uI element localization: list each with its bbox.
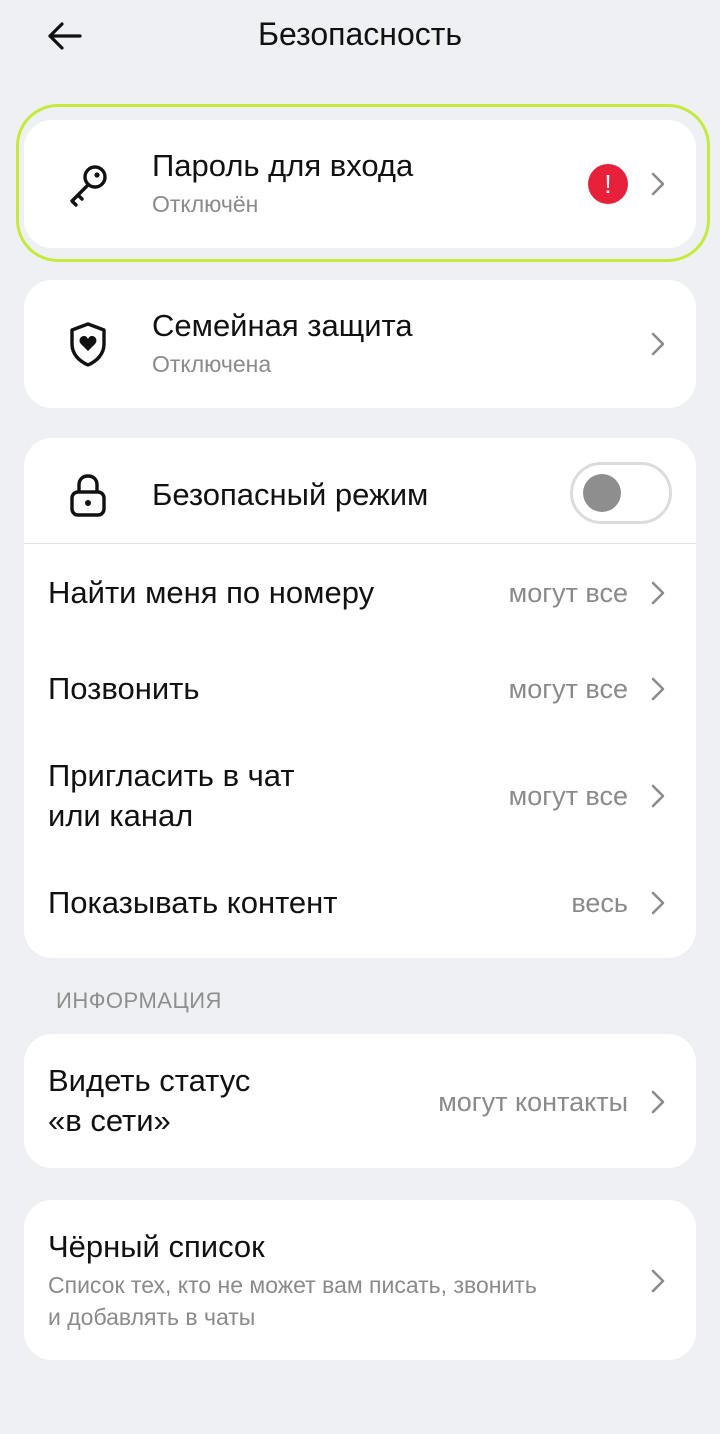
find-by-number-row[interactable]: Найти меня по номеру могут все (24, 558, 696, 628)
chevron-right-icon (646, 781, 670, 811)
section-label-info: ИНФОРМАЦИЯ (56, 988, 222, 1013)
safe-mode-toggle[interactable] (570, 462, 672, 524)
shield-heart-icon (60, 316, 116, 372)
online-status-label-line2: «в сети» (48, 1103, 171, 1138)
password-title: Пароль для входа (152, 148, 414, 183)
call-value: могут все (508, 674, 628, 704)
blacklist-desc-line2: и добавлять в чаты (48, 1304, 256, 1330)
key-icon (60, 156, 116, 212)
chevron-right-icon (646, 329, 670, 359)
family-status: Отключена (152, 351, 272, 377)
toggle-knob (583, 474, 621, 512)
chevron-right-icon (646, 1266, 670, 1296)
blacklist-desc-line1: Список тех, кто не может вам писать, зво… (48, 1272, 537, 1298)
show-content-label: Показывать контент (48, 885, 338, 920)
show-content-row[interactable]: Показывать контент весь (24, 868, 696, 938)
call-label: Позвонить (48, 671, 200, 706)
safe-mode-title: Безопасный режим (152, 477, 429, 512)
chevron-right-icon (646, 578, 670, 608)
find-by-number-value: могут все (508, 578, 628, 608)
lock-icon (60, 467, 116, 523)
app-header: Безопасность (0, 0, 720, 72)
blacklist-title: Чёрный список (48, 1229, 265, 1264)
online-status-card[interactable]: Видеть статус «в сети» могут контакты (24, 1034, 696, 1168)
family-title: Семейная защита (152, 308, 413, 343)
password-card[interactable]: Пароль для входа Отключён ! (24, 120, 696, 248)
chevron-right-icon (646, 674, 670, 704)
invite-label-line1: Пригласить в чат (48, 758, 295, 793)
privacy-card: Безопасный режим Найти меня по номеру мо… (24, 438, 696, 958)
family-protection-card[interactable]: Семейная защита Отключена (24, 280, 696, 408)
find-by-number-label: Найти меня по номеру (48, 575, 375, 610)
chevron-right-icon (646, 888, 670, 918)
online-status-label-line1: Видеть статус (48, 1063, 251, 1098)
password-status: Отключён (152, 191, 259, 217)
invite-value: могут все (508, 781, 628, 811)
divider (24, 543, 696, 544)
call-row[interactable]: Позвонить могут все (24, 654, 696, 724)
online-status-value: могут контакты (438, 1087, 628, 1117)
show-content-value: весь (571, 888, 628, 918)
page-title: Безопасность (257, 16, 463, 52)
invite-label-line2: или канал (48, 798, 194, 833)
invite-to-chat-row[interactable]: Пригласить в чат или канал могут все (24, 748, 696, 844)
chevron-right-icon (646, 1087, 670, 1117)
warning-badge: ! (588, 164, 628, 204)
chevron-right-icon (646, 169, 670, 199)
blacklist-card[interactable]: Чёрный список Список тех, кто не может в… (24, 1200, 696, 1360)
safe-mode-row: Безопасный режим (24, 438, 696, 544)
